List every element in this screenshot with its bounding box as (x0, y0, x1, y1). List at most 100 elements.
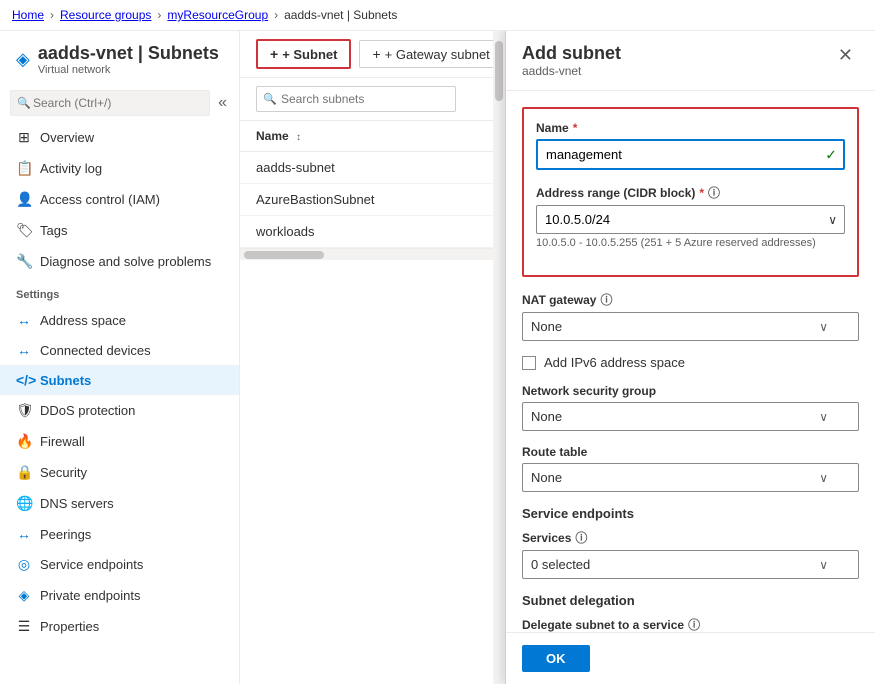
route-table-label: Route table (522, 445, 859, 459)
nsg-dropdown[interactable]: None ∨ (522, 402, 859, 431)
peerings-icon: ↔ (16, 526, 32, 542)
ipv6-checkbox[interactable] (522, 356, 536, 370)
breadcrumb-current: aadds-vnet | Subnets (284, 8, 397, 22)
sidebar-item-tags[interactable]: 🏷 Tags (0, 215, 239, 246)
address-range-field-group: Address range (CIDR block) * ⓘ ∨ 10.0.5.… (536, 184, 845, 249)
services-info-icon[interactable]: ⓘ (575, 529, 587, 546)
add-subnet-label: + Subnet (282, 47, 337, 62)
sidebar-item-diagnose-label: Diagnose and solve problems (40, 254, 211, 269)
add-subnet-button[interactable]: + + Subnet (256, 39, 351, 69)
services-dropdown-arrow: ∨ (819, 558, 828, 572)
service-endpoints-section-label: Service endpoints (522, 506, 859, 521)
ipv6-checkbox-row: Add IPv6 address space (522, 355, 859, 370)
services-label: Services ⓘ (522, 529, 859, 546)
security-icon: 🔒 (16, 464, 32, 481)
vertical-scrollbar-thumb (495, 41, 503, 101)
sidebar-item-diagnose[interactable]: 🔧 Diagnose and solve problems (0, 246, 239, 277)
sidebar: ◈ aadds-vnet | Subnets Virtual network 🔍… (0, 31, 240, 684)
add-gateway-label: + Gateway subnet (385, 47, 490, 62)
nat-gateway-value: None (531, 319, 562, 334)
sidebar-title: aadds-vnet | Subnets (38, 43, 219, 64)
address-range-info-icon[interactable]: ⓘ (708, 184, 720, 201)
sidebar-item-private-endpoints[interactable]: ◈ Private endpoints (0, 580, 239, 611)
dns-icon: 🌐 (16, 495, 32, 512)
delegate-info-icon[interactable]: ⓘ (688, 616, 700, 632)
add-gateway-icon: + (372, 46, 380, 62)
sidebar-item-service-endpoints[interactable]: ◎ Service endpoints (0, 549, 239, 580)
add-subnet-panel: Add subnet aadds-vnet ✕ Name * (505, 31, 875, 684)
sidebar-item-connected-devices[interactable]: ↔ Connected devices (0, 335, 239, 365)
subnet-delegation-section-label: Subnet delegation (522, 593, 859, 608)
name-field-group: Name * ✓ (536, 121, 845, 170)
panel-close-button[interactable]: ✕ (832, 43, 859, 68)
sidebar-item-properties-label: Properties (40, 619, 99, 634)
breadcrumb-resource-groups[interactable]: Resource groups (60, 8, 151, 22)
app-container: Home › Resource groups › myResourceGroup… (0, 0, 875, 684)
service-endpoints-icon: ◎ (16, 556, 32, 573)
address-space-icon: ↔ (16, 312, 32, 328)
address-range-hint: 10.0.5.0 - 10.0.5.255 (251 + 5 Azure res… (536, 237, 845, 249)
address-range-dropdown-icon: ∨ (828, 213, 837, 227)
sidebar-item-access-control[interactable]: 👤 Access control (IAM) (0, 184, 239, 215)
nsg-label: Network security group (522, 384, 859, 398)
sidebar-item-dns[interactable]: 🌐 DNS servers (0, 488, 239, 519)
nsg-dropdown-arrow: ∨ (819, 410, 828, 424)
nat-gateway-label: NAT gateway ⓘ (522, 291, 859, 308)
nat-gateway-dropdown[interactable]: None ∨ (522, 312, 859, 341)
sidebar-item-address-space[interactable]: ↔ Address space (0, 305, 239, 335)
sidebar-item-firewall[interactable]: 🔥 Firewall (0, 426, 239, 457)
ddos-icon: 🛡 (16, 402, 32, 419)
route-table-dropdown[interactable]: None ∨ (522, 463, 859, 492)
sidebar-item-activity-log-label: Activity log (40, 161, 102, 176)
sidebar-item-overview-label: Overview (40, 130, 94, 145)
panel-subtitle: aadds-vnet (522, 64, 621, 78)
sidebar-nav: ⊞ Overview 📋 Activity log 👤 Access contr… (0, 122, 239, 684)
add-gateway-subnet-button[interactable]: + + Gateway subnet (359, 40, 502, 68)
horizontal-scrollbar-thumb (244, 251, 324, 259)
vnet-icon: ◈ (16, 49, 30, 70)
sidebar-item-dns-label: DNS servers (40, 496, 114, 511)
vertical-scrollbar[interactable] (493, 31, 505, 684)
services-dropdown[interactable]: 0 selected ∨ (522, 550, 859, 579)
sidebar-item-overview[interactable]: ⊞ Overview (0, 122, 239, 153)
breadcrumb-home[interactable]: Home (12, 8, 44, 22)
sidebar-search-icon: 🔍 (17, 97, 31, 110)
route-table-dropdown-arrow: ∨ (819, 471, 828, 485)
sidebar-search-input[interactable] (10, 90, 210, 116)
content-area: + + Subnet + + Gateway subnet ↺ 🔍 (240, 31, 875, 684)
sidebar-header: ◈ aadds-vnet | Subnets Virtual network (0, 31, 239, 84)
delegate-label: Delegate subnet to a service ⓘ (522, 616, 859, 632)
sidebar-item-peerings-label: Peerings (40, 527, 91, 542)
table-search-input[interactable] (256, 86, 456, 112)
sidebar-item-address-space-label: Address space (40, 313, 126, 328)
name-input[interactable] (536, 139, 845, 170)
sidebar-item-ddos-label: DDoS protection (40, 403, 135, 418)
nat-gateway-info-icon[interactable]: ⓘ (600, 291, 612, 308)
name-check-icon: ✓ (825, 146, 837, 163)
breadcrumb: Home › Resource groups › myResourceGroup… (0, 0, 875, 31)
sidebar-item-firewall-label: Firewall (40, 434, 85, 449)
sidebar-item-subnets[interactable]: </> Subnets (0, 365, 239, 395)
sidebar-item-properties[interactable]: ☰ Properties (0, 611, 239, 642)
nat-gateway-dropdown-arrow: ∨ (819, 320, 828, 334)
nat-gateway-field-group: NAT gateway ⓘ None ∨ (522, 291, 859, 341)
services-value: 0 selected (531, 557, 590, 572)
firewall-icon: 🔥 (16, 433, 32, 450)
sidebar-item-activity-log[interactable]: 📋 Activity log (0, 153, 239, 184)
address-range-input[interactable] (536, 205, 845, 234)
sidebar-item-security[interactable]: 🔒 Security (0, 457, 239, 488)
breadcrumb-my-resource-group[interactable]: myResourceGroup (167, 8, 268, 22)
sidebar-item-service-endpoints-label: Service endpoints (40, 557, 143, 572)
subnet-delegation-field-group: Subnet delegation Delegate subnet to a s… (522, 593, 859, 632)
highlighted-fields-box: Name * ✓ Address range (CIDR block) (522, 107, 859, 277)
sidebar-item-peerings[interactable]: ↔ Peerings (0, 519, 239, 549)
panel-footer: OK (506, 632, 875, 684)
access-control-icon: 👤 (16, 191, 32, 208)
address-range-label: Address range (CIDR block) * ⓘ (536, 184, 845, 201)
sidebar-item-ddos[interactable]: 🛡 DDoS protection (0, 395, 239, 426)
service-endpoints-field-group: Service endpoints Services ⓘ 0 selected … (522, 506, 859, 579)
sidebar-collapse-button[interactable]: « (214, 90, 231, 116)
sidebar-item-access-control-label: Access control (IAM) (40, 192, 160, 207)
add-subnet-icon: + (270, 46, 278, 62)
ok-button[interactable]: OK (522, 645, 590, 672)
